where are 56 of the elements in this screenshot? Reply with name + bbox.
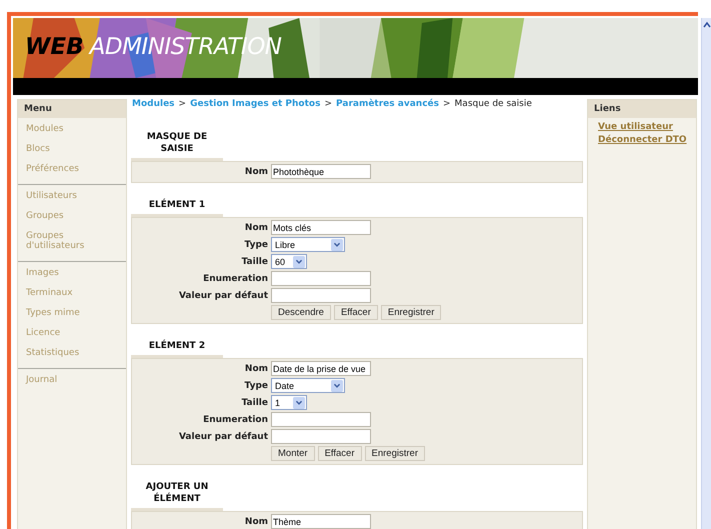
field-label: Enumeration [202,414,268,424]
input-field[interactable]: Thème [271,514,371,529]
breadcrumb-current: Masque de saisie [454,99,532,109]
field-label: Enumeration [202,274,268,284]
input-field[interactable] [271,412,371,427]
breadcrumb-separator: > [443,99,451,109]
form-button[interactable]: Effacer [318,446,362,461]
form-button[interactable]: Monter [271,446,315,461]
sidebar-link[interactable]: Vue utilisateur [598,121,686,134]
field-label: Type [244,380,268,390]
input-field[interactable] [271,288,371,303]
links-title: Liens [588,100,696,118]
menu-item[interactable]: Utilisateurs [18,187,126,207]
field-label: Nom [244,166,268,176]
field-label: Nom [244,516,268,526]
menu-item[interactable]: Préférences [18,160,126,180]
dropdown[interactable]: 60 [271,254,307,269]
menu-item[interactable]: Modules [18,120,126,140]
scrollbar[interactable] [701,18,711,529]
input-field[interactable]: Mots clés [271,220,371,235]
input-field[interactable] [271,429,371,444]
form-button[interactable]: Enregistrer [364,446,425,461]
input-field[interactable]: Photothèque [271,164,371,179]
field-label: Valeur par défaut [178,432,268,442]
field-label: Nom [244,364,268,374]
breadcrumb-separator: > [324,99,332,109]
form-button[interactable]: Effacer [334,305,378,320]
menu-item[interactable]: Journal [18,371,126,391]
menu-item[interactable]: Types mime [18,304,126,324]
field-label: Type [244,240,268,250]
menu-item[interactable]: Groupes d'utilisateurs [18,227,126,257]
menu-item[interactable]: Terminaux [18,284,126,304]
menu-item[interactable]: Groupes [18,207,126,227]
input-field[interactable] [271,271,371,286]
menu-item[interactable]: Images [18,264,126,284]
field-label: Nom [244,222,268,232]
form-button[interactable]: Descendre [271,305,331,320]
dropdown[interactable]: 1 [271,395,307,410]
menu-item[interactable]: Blocs [18,140,126,160]
breadcrumb-link[interactable]: Gestion Images et Photos [190,99,320,109]
menu-item[interactable]: Licence [18,324,126,344]
input-field[interactable]: Date de la prise de vue [271,361,371,376]
breadcrumb-link[interactable]: Modules [132,99,175,109]
form-button[interactable]: Enregistrer [380,305,442,320]
field-label: Taille [240,256,268,266]
dropdown[interactable]: Date [271,378,345,393]
breadcrumb-link[interactable]: Paramètres avancés [336,99,439,109]
site-title: WEB [25,34,84,60]
scroll-up-icon[interactable] [703,21,711,29]
menu-item[interactable]: Statistiques [18,344,126,364]
sidebar-link[interactable]: Déconnecter DTO [598,134,686,147]
field-label: Taille [240,398,268,408]
field-label: Valeur par défaut [178,290,268,300]
menu-title: Menu [18,100,126,118]
dropdown[interactable]: Libre [271,237,345,252]
breadcrumb-separator: > [178,99,186,109]
